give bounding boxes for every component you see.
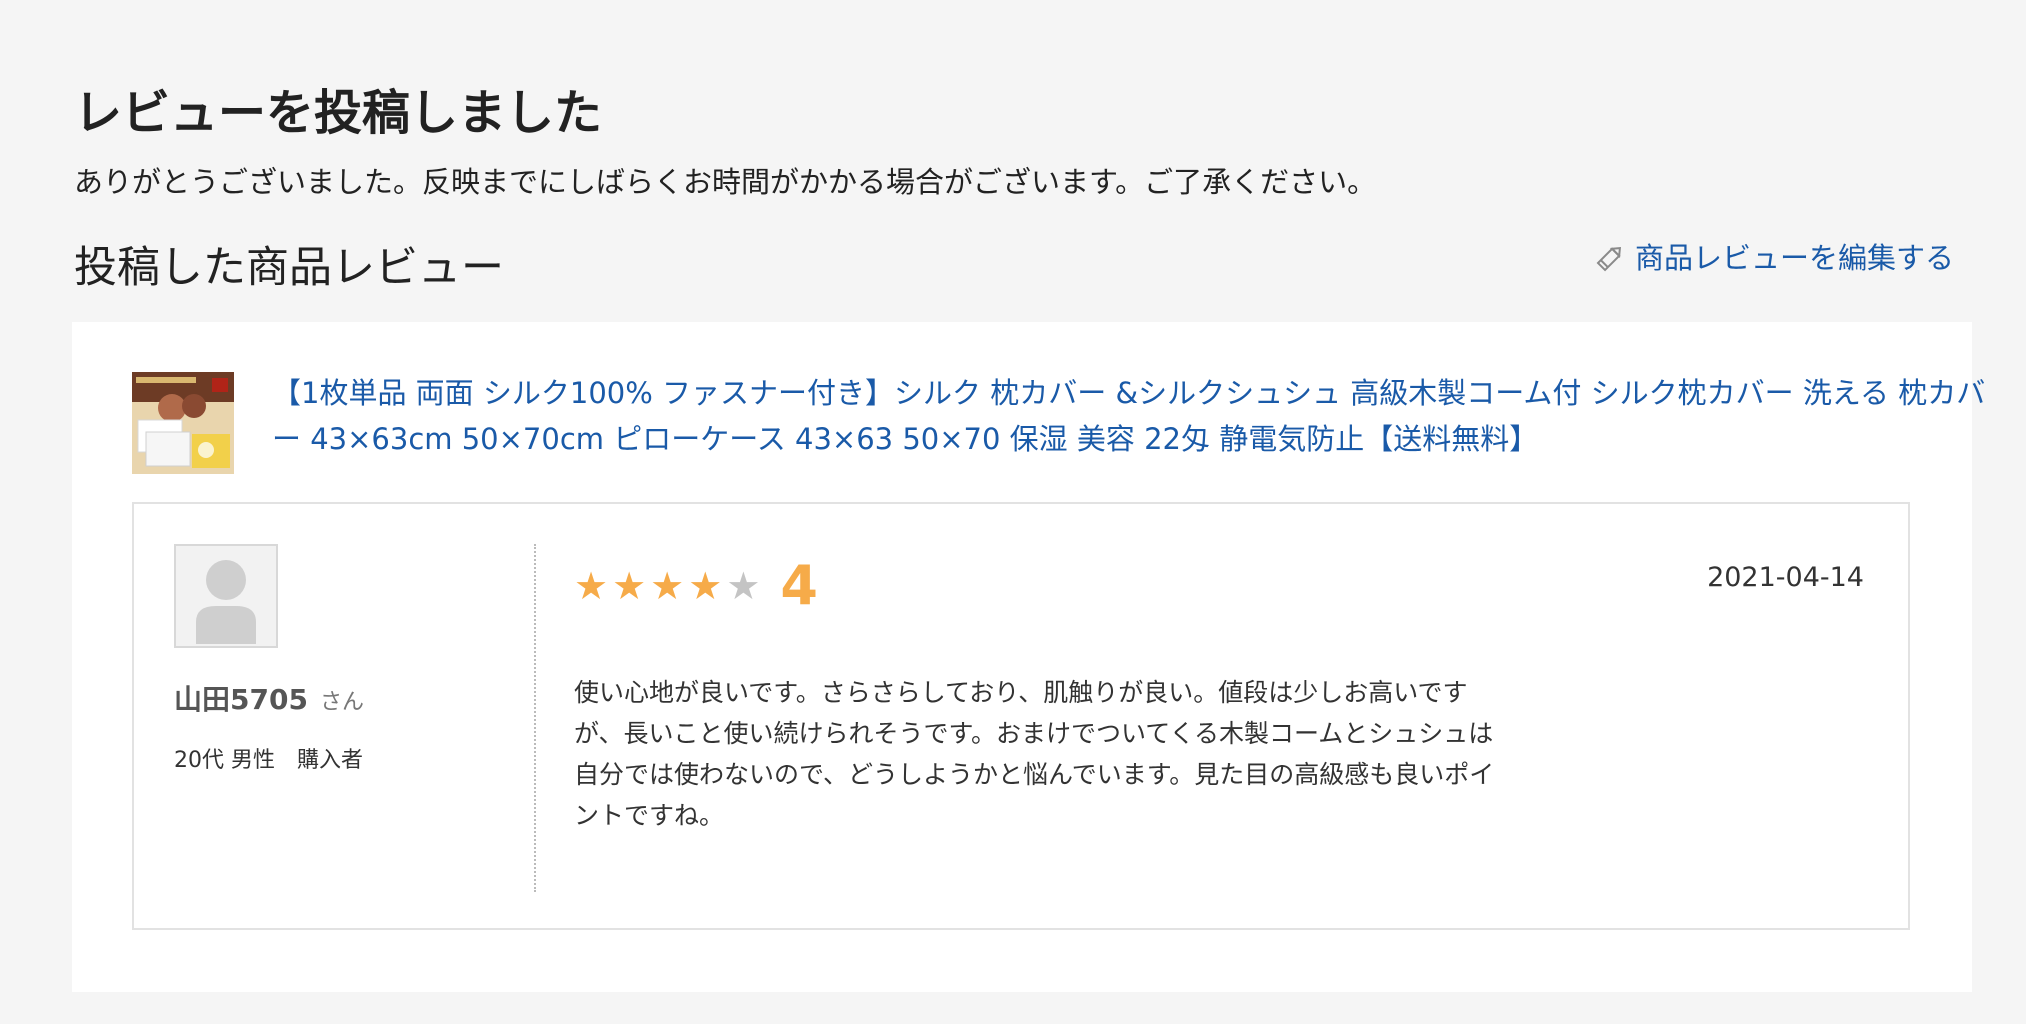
section-title: 投稿した商品レビュー (74, 243, 504, 293)
product-name-link[interactable]: 【1枚単品 両面 シルク100% ファスナー付き】シルク 枕カバー &シルクシュ… (272, 370, 1992, 462)
star-empty-icon: ★ (726, 564, 761, 608)
reviewer-suffix: さん (319, 690, 364, 715)
edit-review-link[interactable]: 商品レビューを編集する (1593, 236, 1954, 280)
star-filled-icon: ★ (650, 564, 685, 608)
thanks-message: ありがとうございました。反映までにしばらくお時間がかかる場合がございます。ご了承… (74, 165, 1377, 199)
rating: ★ ★ ★ ★ ★ 4 (574, 556, 818, 616)
review-card: 【1枚単品 両面 シルク100% ファスナー付き】シルク 枕カバー &シルクシュ… (72, 322, 1985, 992)
star-filled-icon: ★ (688, 564, 723, 608)
review-body: 使い心地が良いです。さらさらしており、肌触りが良い。値段は少しお高いですが、長い… (574, 678, 1495, 830)
reviewer-info: 山田5705 さん 20代 男性 購入者 (174, 544, 494, 774)
product-thumbnail[interactable] (132, 372, 234, 474)
column-divider (534, 544, 536, 892)
reviewer-name-line: 山田5705 さん (174, 678, 494, 718)
rating-score: 4 (780, 554, 818, 617)
pencil-icon (1593, 241, 1627, 275)
review-box: 山田5705 さん 20代 男性 購入者 ★ ★ ★ ★ ★ 4 2021-04-14 使… (132, 502, 1910, 930)
star-filled-icon: ★ (612, 564, 647, 608)
star-filled-icon: ★ (574, 564, 609, 608)
reviewer-meta: 20代 男性 購入者 (174, 748, 363, 773)
edit-review-label: 商品レビューを編集する (1634, 241, 1954, 275)
page: レビューを投稿しました ありがとうございました。反映までにしばらくお時間がかかる… (0, 0, 2026, 1024)
review-date: 2021-04-14 (1707, 562, 1864, 593)
reviewer-name: 山田5705 (174, 683, 308, 716)
page-title: レビューを投稿しました (74, 85, 603, 141)
avatar (174, 544, 278, 648)
star-rating: ★ ★ ★ ★ ★ (574, 566, 760, 606)
